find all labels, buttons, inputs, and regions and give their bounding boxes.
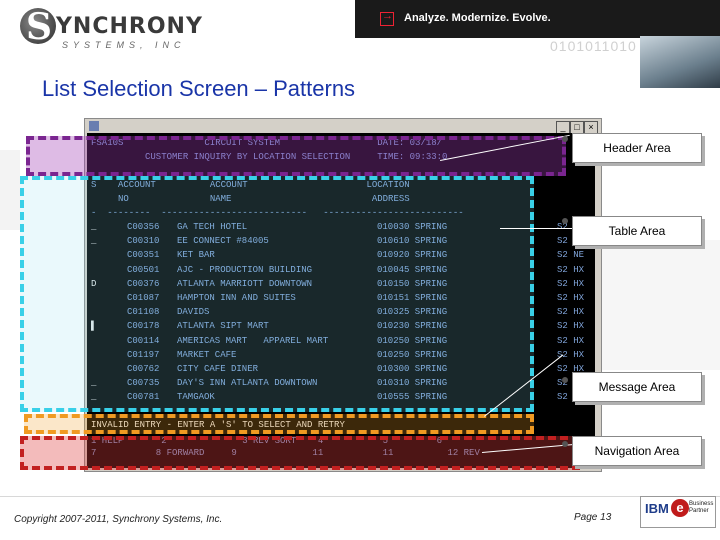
row-suffix: S2 HX [557,321,585,332]
row-suffix: S2 HX [557,264,585,275]
row-suffix: S2 HX [557,335,585,346]
page-number: Page 13 [574,512,612,523]
footer-divider [0,496,720,497]
callout-dot [562,136,568,142]
navigation-area-highlight [20,436,580,470]
binary-decoration: 0101011010 [550,38,637,54]
bg-decoration [600,240,720,370]
arrow-icon: → [380,10,394,26]
table-area-callout: Table Area [572,216,702,246]
row-suffix: S2 HX [557,278,585,289]
callout-dot [562,441,568,447]
ibm-wordmark: IBM [645,501,669,516]
logo-subtitle: SYSTEMS, INC [62,40,186,50]
e-logo-icon: e [671,499,689,517]
callout-dot [562,377,568,383]
business-photo [640,36,720,88]
row-suffix: S2 HX [557,293,585,303]
header-area-highlight [26,136,566,176]
callout-leader [500,228,572,229]
logo-letter: S [26,6,52,48]
copyright: Copyright 2007-2011, Synchrony Systems, … [14,514,223,525]
synchrony-logo: S YNCHRONY SYSTEMS, INC [20,6,280,54]
ibm-business-partner-logo: IBM e Business Partner [640,496,716,528]
row-suffix: S2 NE [557,250,585,261]
partner-label: Business Partner [689,501,714,514]
table-area-highlight [20,176,534,412]
navigation-area-callout: Navigation Area [572,436,702,466]
slide-title: List Selection Screen – Patterns [42,76,356,101]
window-icon [89,121,99,131]
message-area-callout: Message Area [572,372,702,402]
message-area-highlight [24,414,534,434]
callout-dot [562,218,568,224]
logo-wordmark: YNCHRONY [56,14,203,39]
tagline: Analyze. Modernize. Evolve. [404,12,551,24]
row-suffix: S2 HX [557,307,585,318]
header-area-callout: Header Area [572,133,702,163]
bg-decoration [0,150,20,230]
